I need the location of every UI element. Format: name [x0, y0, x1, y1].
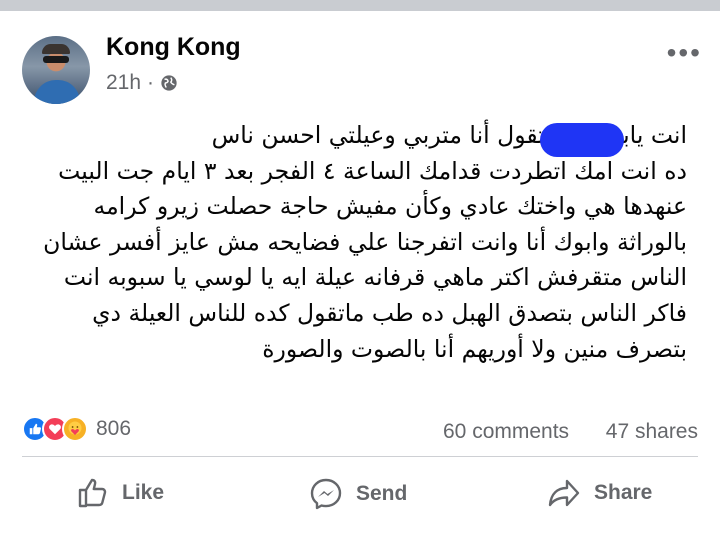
post-text-line: بالوراثة وابوك أنا وانت اتفرجنا علي فضاي… — [43, 227, 687, 256]
post-text-line: بتصرف منين ولا أوريهم أنا بالصوت والصورة — [262, 334, 687, 363]
send-button[interactable]: Send — [308, 476, 407, 512]
share-arrow-icon — [548, 479, 580, 507]
post-meta: 21h · — [106, 71, 178, 95]
post-actions-bar: Like Send Share — [0, 470, 720, 526]
send-label: Send — [356, 482, 408, 505]
thumbs-up-icon — [78, 478, 107, 508]
post-text-line: فاكر الناس بتصدق الهبل ده طب ماتقول كده … — [92, 298, 687, 327]
post-text-line: ده انت امك اتطردت قدامك الساعة ٤ الفجر ب… — [58, 156, 687, 185]
reaction-count[interactable]: 806 — [96, 417, 131, 441]
post-time[interactable]: 21h — [106, 71, 141, 95]
shares-count[interactable]: 47 shares — [606, 420, 698, 444]
post-text-line: الناس متقرفش اكتر ماهي قرفانه عيلة ايه ي… — [63, 263, 687, 292]
comments-count[interactable]: 60 comments — [443, 420, 569, 444]
meta-separator: · — [147, 71, 155, 94]
more-options-button[interactable]: ••• — [667, 39, 702, 67]
avatar-sunglasses — [43, 56, 69, 63]
post-text-line: عنهدها هي واختك عادي وكأن مفيش حاجة حصلت… — [93, 192, 687, 221]
author-avatar[interactable] — [22, 36, 90, 104]
reactions-summary[interactable]: 806 — [22, 416, 131, 442]
top-separator-band — [0, 0, 720, 11]
avatar-shirt — [34, 80, 80, 104]
care-reaction-icon — [62, 416, 88, 442]
share-button[interactable]: Share — [546, 476, 652, 510]
share-label: Share — [594, 481, 653, 504]
like-label: Like — [122, 481, 165, 504]
globe-icon[interactable] — [160, 74, 178, 92]
messenger-icon — [310, 478, 342, 510]
post-stats: 806 60 comments 47 shares — [0, 408, 720, 456]
redaction-scribble — [540, 123, 624, 157]
post-header: Kong Kong 21h · ••• — [0, 11, 720, 111]
avatar-cap — [42, 44, 70, 54]
like-button[interactable]: Like — [76, 476, 164, 510]
author-name[interactable]: Kong Kong — [106, 33, 241, 62]
actions-divider — [22, 456, 698, 457]
